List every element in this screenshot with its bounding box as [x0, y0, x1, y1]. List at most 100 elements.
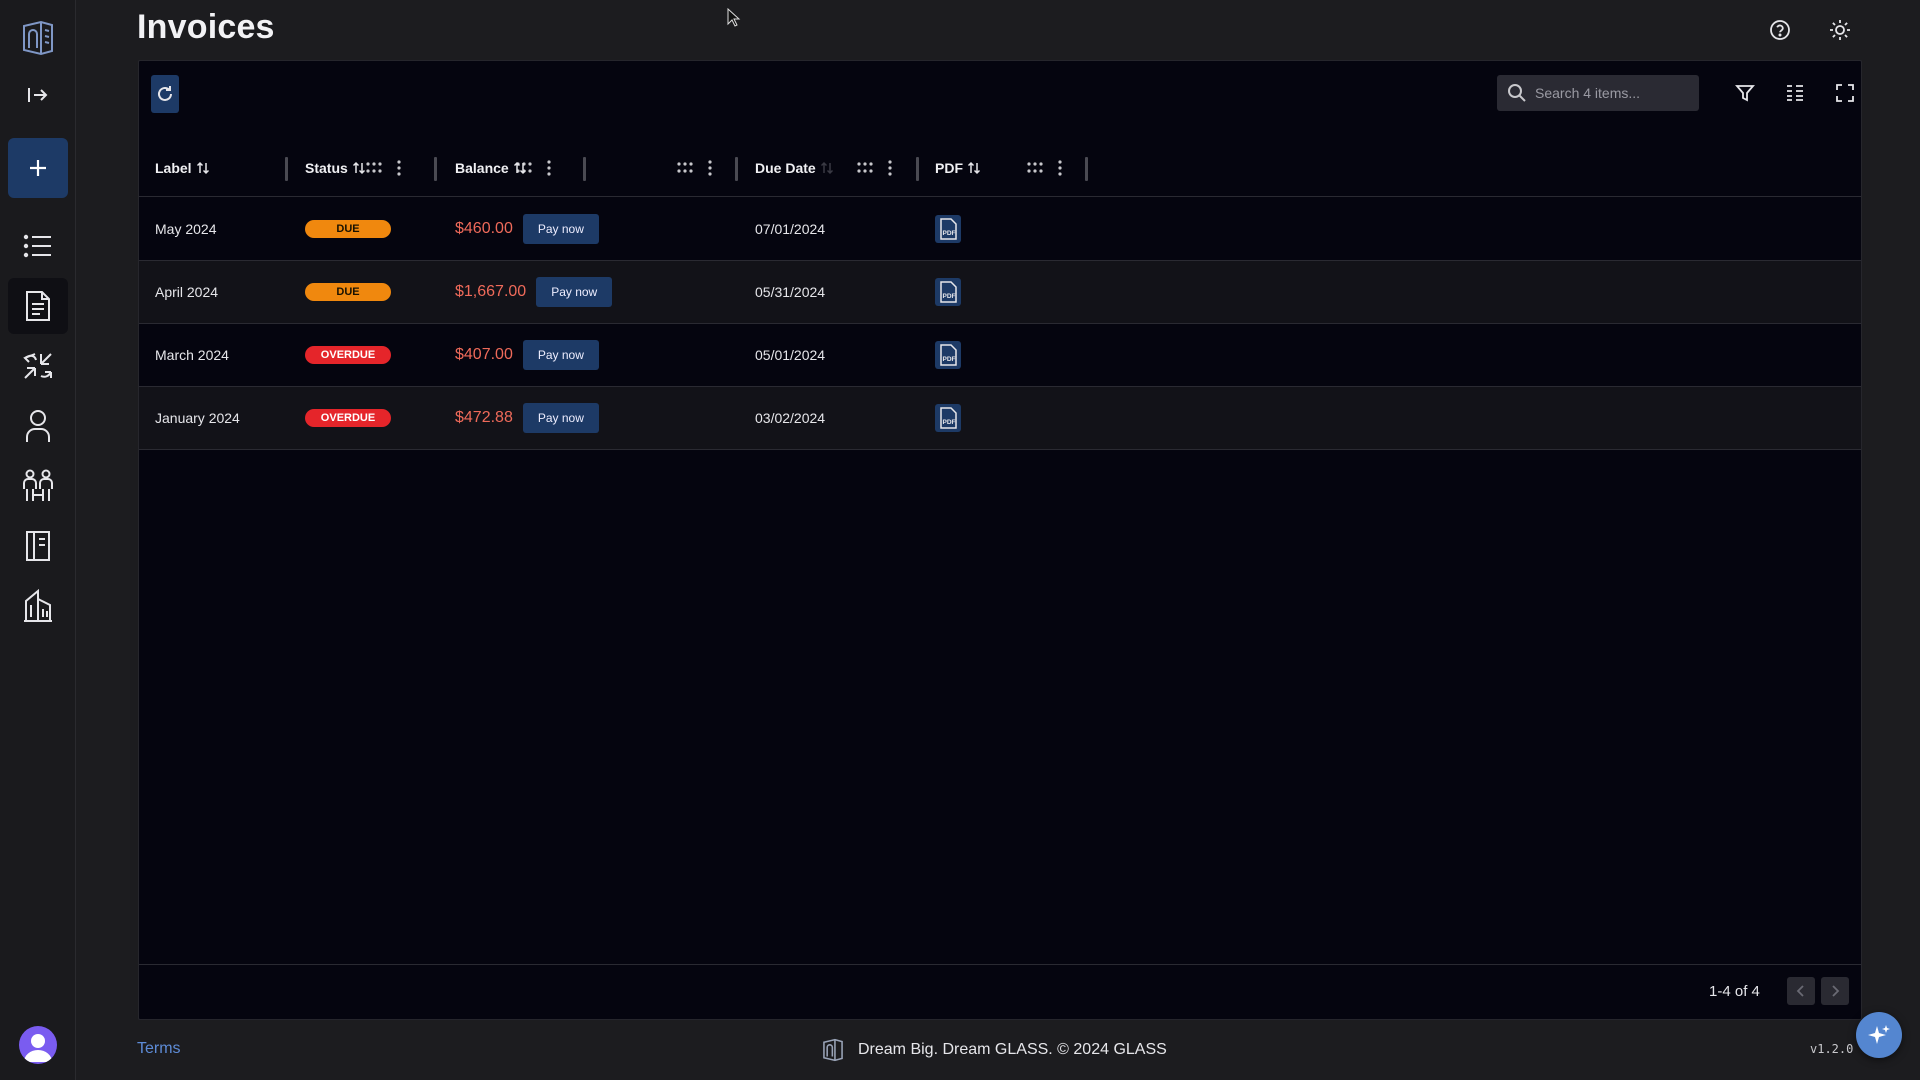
columns-button[interactable]	[1781, 79, 1809, 107]
column-menu-icon[interactable]	[886, 159, 894, 177]
drag-handle-icon[interactable]	[1026, 160, 1044, 176]
table-footer: 1-4 of 4	[139, 964, 1861, 1020]
column-resize-handle[interactable]	[1085, 157, 1088, 181]
sidebar-item-buildings[interactable]	[8, 578, 68, 634]
status-badge: DUE	[305, 283, 391, 301]
ai-assistant-button[interactable]	[1856, 1012, 1902, 1058]
column-header-text: Due Date	[755, 160, 816, 176]
column-menu-icon[interactable]	[706, 159, 714, 177]
column-header-text: PDF	[935, 160, 963, 176]
refresh-button[interactable]	[151, 75, 179, 113]
invoice-label: April 2024	[155, 284, 219, 300]
column-resize-handle[interactable]	[583, 157, 586, 181]
sparkle-icon	[1868, 1025, 1890, 1044]
sidebar-item-team[interactable]	[8, 458, 68, 514]
refresh-icon	[158, 86, 172, 101]
filter-icon	[1735, 85, 1755, 102]
search-box[interactable]	[1497, 75, 1699, 111]
sidebar-item-transfers[interactable]	[8, 338, 68, 394]
svg-text:PDF: PDF	[943, 356, 956, 363]
chevron-left-icon	[1796, 985, 1804, 997]
sort-icon[interactable]	[820, 161, 834, 175]
user-icon	[25, 410, 50, 442]
pay-now-button[interactable]: Pay now	[522, 340, 599, 370]
drag-handle-icon[interactable]	[365, 160, 383, 176]
sort-icon[interactable]	[967, 161, 981, 175]
columns-icon	[1787, 85, 1803, 101]
book-icon	[25, 531, 50, 561]
avatar-icon	[24, 1034, 52, 1062]
column-header-label[interactable]: Label	[155, 139, 210, 197]
footer-tagline: Dream Big. Dream GLASS. © 2024 GLASS	[822, 1038, 1167, 1062]
chevron-right-icon	[1832, 985, 1840, 997]
invoice-label: January 2024	[155, 410, 240, 426]
column-resize-handle[interactable]	[434, 157, 437, 181]
help-circle-icon	[1770, 20, 1790, 40]
balance-amount: $407.00	[455, 346, 513, 363]
user-avatar[interactable]	[19, 1026, 57, 1064]
sort-icon[interactable]	[513, 161, 527, 175]
pay-now-button[interactable]: Pay now	[522, 214, 599, 244]
sidebar-expand-icon	[27, 88, 47, 102]
column-header-status[interactable]: Status	[305, 139, 366, 197]
pdf-download-icon[interactable]: PDF	[935, 278, 961, 306]
sidebar	[0, 0, 76, 1080]
previous-page-button[interactable]	[1787, 977, 1815, 1005]
new-item-button[interactable]	[7, 138, 68, 198]
fullscreen-button[interactable]	[1831, 79, 1859, 107]
glass-logo-icon[interactable]	[18, 18, 58, 58]
column-header-due-date[interactable]: Due Date	[755, 139, 834, 197]
pdf-download-icon[interactable]: PDF	[935, 404, 961, 432]
status-badge: OVERDUE	[305, 346, 391, 364]
column-header-pdf[interactable]: PDF	[935, 139, 981, 197]
invoice-document-icon	[25, 291, 50, 321]
due-date: 05/01/2024	[755, 347, 826, 363]
building-icon	[23, 589, 52, 622]
column-resize-handle[interactable]	[735, 157, 738, 181]
invoices-panel: Label Status Balance Due Date	[138, 60, 1862, 1020]
collapse-sidebar-button[interactable]	[8, 68, 68, 122]
column-resize-handle[interactable]	[916, 157, 919, 181]
pdf-download-icon[interactable]: PDF	[935, 341, 961, 369]
column-resize-handle[interactable]	[285, 157, 288, 181]
search-input[interactable]	[1535, 85, 1695, 101]
invoice-label: May 2024	[155, 221, 217, 237]
svg-text:PDF: PDF	[943, 230, 956, 237]
balance-amount: $1,667.00	[455, 283, 527, 300]
sidebar-item-profile[interactable]	[8, 398, 68, 454]
sidebar-item-ledger[interactable]	[8, 518, 68, 574]
filter-button[interactable]	[1731, 79, 1759, 107]
balance-amount: $460.00	[455, 220, 513, 237]
table-row: May 2024 DUE $460.00 Pay now 07/01/2024 …	[139, 198, 1861, 261]
terms-link[interactable]: Terms	[137, 1040, 181, 1058]
column-menu-icon[interactable]	[545, 159, 553, 177]
pointer-cursor-icon	[727, 7, 741, 27]
table-row: April 2024 DUE $1,667.00 Pay now 05/31/2…	[139, 261, 1861, 324]
sidebar-item-list[interactable]	[8, 218, 68, 274]
balance-amount: $472.88	[455, 409, 513, 426]
pagination-text: 1-4 of 4	[1709, 983, 1760, 1000]
status-badge: DUE	[305, 220, 391, 238]
drag-handle-icon[interactable]	[676, 160, 694, 176]
pay-now-button[interactable]: Pay now	[522, 403, 599, 433]
table-header: Label Status Balance Due Date PDF	[139, 139, 1861, 197]
sidebar-item-invoices[interactable]	[7, 278, 68, 334]
sort-icon[interactable]	[196, 161, 210, 175]
column-menu-icon[interactable]	[395, 159, 403, 177]
drag-handle-icon[interactable]	[856, 160, 874, 176]
table-row: January 2024 OVERDUE $472.88 Pay now 03/…	[139, 387, 1861, 450]
due-date: 05/31/2024	[755, 284, 826, 300]
version-label: v1.2.0	[1810, 1042, 1854, 1056]
svg-text:PDF: PDF	[943, 293, 956, 300]
pdf-download-icon[interactable]: PDF	[935, 215, 961, 243]
next-page-button[interactable]	[1821, 977, 1849, 1005]
pay-now-button[interactable]: Pay now	[536, 277, 613, 307]
column-header-balance[interactable]: Balance	[455, 139, 527, 197]
column-menu-icon[interactable]	[1056, 159, 1064, 177]
theme-toggle-button[interactable]	[1826, 16, 1854, 44]
sort-icon[interactable]	[352, 161, 366, 175]
svg-text:PDF: PDF	[943, 419, 956, 426]
table-row: March 2024 OVERDUE $407.00 Pay now 05/01…	[139, 324, 1861, 387]
help-button[interactable]	[1766, 16, 1794, 44]
glass-logo-icon	[823, 1038, 843, 1062]
